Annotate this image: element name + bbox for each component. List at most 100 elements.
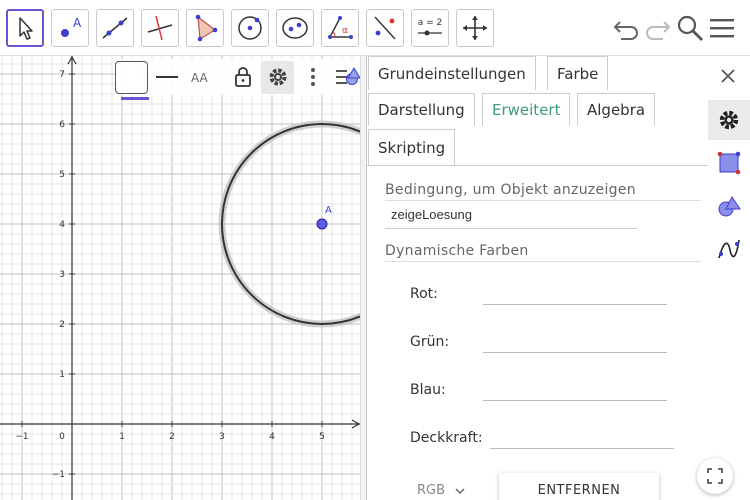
redo-button[interactable] — [642, 12, 674, 44]
graphics-style-bar: AA — [115, 59, 360, 95]
fullscreen-button[interactable] — [697, 458, 733, 494]
tab-skripting[interactable]: Skripting — [368, 129, 456, 165]
circle-center-point-icon — [238, 16, 262, 40]
main-menu-button[interactable] — [706, 12, 738, 44]
y-tick-label: 7 — [59, 70, 65, 80]
perpendicular-line-tool-button[interactable] — [141, 9, 179, 47]
close-icon — [721, 69, 735, 83]
x-tick-label: 0 — [59, 432, 65, 442]
color-mode-select[interactable]: RGB — [417, 483, 465, 498]
tab-grundeinstellungen[interactable]: Grundeinstellungen — [368, 56, 536, 90]
red-input[interactable] — [483, 304, 667, 305]
line-style-icon — [155, 76, 178, 78]
y-tick-label: 3 — [59, 270, 65, 280]
lock-icon — [234, 67, 251, 87]
condition-label: Bedingung, um Objekt anzuzeigen — [385, 182, 636, 198]
polygon-tool-button[interactable] — [186, 9, 224, 47]
properties-category-rail — [708, 98, 750, 500]
slider-tool-button[interactable]: a = 2 — [411, 9, 449, 47]
angle-tool-button[interactable]: α — [321, 9, 359, 47]
y-tick-label: 6 — [59, 120, 65, 130]
green-input[interactable] — [483, 352, 667, 353]
slider-tool-icon: a = 2 — [418, 18, 443, 36]
y-tick-label: 1 — [59, 370, 65, 380]
lock-button[interactable] — [226, 61, 259, 94]
angle-tool-icon: α — [328, 16, 353, 39]
point-tool-button[interactable]: A — [51, 9, 89, 47]
fullscreen-icon — [707, 468, 723, 484]
x-tick-label: 3 — [219, 432, 225, 442]
graphics-view[interactable]: −1 0 1 2 3 4 5 7 6 5 4 3 2 1 −1 A AA — [0, 56, 360, 500]
y-tick-label: 2 — [59, 320, 65, 330]
toggle-style-bar-button[interactable] — [331, 61, 360, 94]
graphics-view-icon — [717, 151, 741, 175]
label-style-button[interactable]: AA — [185, 61, 218, 94]
close-properties-button[interactable] — [716, 64, 740, 88]
tab-erweitert[interactable]: Erweitert — [482, 93, 571, 126]
function-graph-icon — [718, 239, 740, 259]
remove-button[interactable]: ENTFERNEN — [499, 473, 659, 500]
search-icon — [677, 15, 703, 41]
tab-darstellung[interactable]: Darstellung — [368, 93, 475, 126]
x-tick-label: −1 — [15, 432, 28, 442]
dynamic-colors-label: Dynamische Farben — [385, 243, 529, 259]
reflect-tool-icon — [374, 16, 396, 40]
undo-button[interactable] — [610, 12, 642, 44]
color-swatch-icon — [121, 67, 142, 87]
slider-tool-label: a = 2 — [418, 18, 443, 28]
cursor-arrow-icon — [19, 17, 33, 40]
point-a[interactable] — [316, 218, 328, 230]
advanced-tab-content: Bedingung, um Objekt anzuzeigen zeigeLoe… — [367, 165, 709, 500]
color-button[interactable] — [115, 60, 148, 94]
red-label: Rot: — [410, 286, 438, 302]
gear-icon — [269, 68, 286, 86]
rail-item-graphics-3d[interactable] — [708, 186, 750, 226]
object-settings-button[interactable] — [261, 60, 294, 94]
x-tick-label: 4 — [269, 432, 275, 442]
toggle-style-bar-icon — [335, 67, 360, 85]
y-tick-label: 5 — [59, 170, 65, 180]
rail-item-graphics[interactable] — [708, 143, 750, 183]
line-tool-button[interactable] — [96, 9, 134, 47]
blue-input[interactable] — [483, 400, 667, 401]
ellipse-tool-button[interactable] — [276, 9, 314, 47]
x-tick-label: 2 — [169, 432, 175, 442]
point-tool-icon: A — [61, 16, 82, 37]
undo-icon — [613, 21, 638, 40]
point-a-label: A — [325, 205, 332, 216]
ellipse-tool-icon — [282, 17, 308, 39]
more-vert-icon — [310, 68, 315, 86]
label-style-text: AA — [191, 71, 209, 85]
rail-item-function-graph[interactable] — [708, 229, 750, 269]
line-style-button[interactable] — [150, 61, 183, 94]
move-graphics-view-tool-button[interactable] — [456, 9, 494, 47]
style-bar-accent — [121, 97, 149, 100]
perpendicular-line-icon — [147, 15, 173, 41]
rail-item-object-properties[interactable] — [708, 100, 750, 140]
geogebra-app: A α a = 2 −1 0 1 2 3 4 5 7 6 5 4 3 2 1 −… — [0, 0, 750, 500]
opacity-label: Deckkraft: — [410, 430, 483, 446]
graphics-3d-icon — [718, 196, 741, 217]
circle-tool-button[interactable] — [231, 9, 269, 47]
y-tick-label: −1 — [52, 470, 65, 480]
search-button[interactable] — [674, 12, 706, 44]
blue-label: Blau: — [410, 382, 446, 398]
tab-algebra[interactable]: Algebra — [577, 93, 656, 126]
tab-farbe[interactable]: Farbe — [547, 56, 609, 90]
move-graphics-view-icon — [463, 16, 487, 40]
x-tick-label: 1 — [119, 432, 125, 442]
chevron-down-icon — [455, 487, 465, 494]
y-tick-label: 4 — [59, 220, 65, 230]
color-mode-value: RGB — [417, 483, 446, 498]
condition-input[interactable]: zeigeLoesung — [385, 207, 637, 229]
more-options-button[interactable] — [296, 61, 329, 94]
section-divider — [385, 261, 701, 262]
coordinate-grid: −1 0 1 2 3 4 5 7 6 5 4 3 2 1 −1 A — [0, 56, 360, 500]
opacity-input[interactable] — [490, 448, 674, 449]
toolbar: A α a = 2 — [0, 0, 750, 56]
angle-tool-label: α — [342, 26, 348, 36]
properties-view: Grundeinstellungen Farbe Darstellung Erw… — [366, 56, 709, 500]
move-tool-button[interactable] — [6, 9, 44, 47]
reflect-tool-button[interactable] — [366, 9, 404, 47]
label-style-icon: AA — [191, 71, 209, 85]
